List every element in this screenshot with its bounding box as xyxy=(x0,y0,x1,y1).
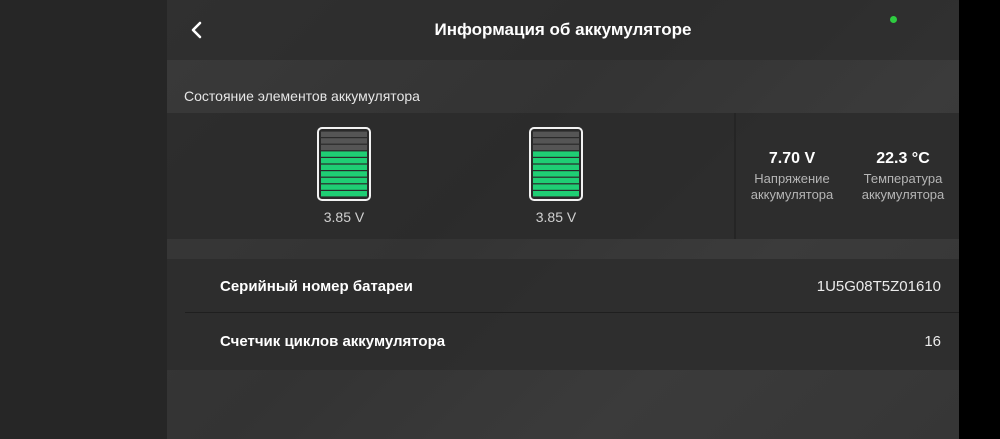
battery-cell-icon xyxy=(529,127,583,201)
cell-segment-empty xyxy=(321,138,367,144)
voltage-stat: 7.70 V Напряжение аккумулятора xyxy=(741,149,843,203)
header-bar: Информация об аккумуляторе xyxy=(167,0,959,60)
battery-info-panel: Информация об аккумуляторе Состояние эле… xyxy=(167,0,959,439)
left-margin xyxy=(0,0,167,439)
cell-segment-filled xyxy=(533,171,579,177)
cell-segment-filled xyxy=(321,171,367,177)
cell-voltage: 3.85 V xyxy=(535,209,577,225)
temperature-stat: 22.3 °C Температура аккумулятора xyxy=(851,149,955,203)
status-dot xyxy=(890,16,897,23)
serial-number-label: Серийный номер батареи xyxy=(220,278,413,295)
voltage-label: Напряжение аккумулятора xyxy=(750,171,834,202)
cell-segment-empty xyxy=(321,144,367,151)
cycle-count-value: 16 xyxy=(924,333,941,350)
cell-segment-filled xyxy=(321,164,367,170)
page-title: Информация об аккумуляторе xyxy=(434,20,692,39)
battery-details: Серийный номер батареи 1U5G08T5Z01610 Сч… xyxy=(167,259,959,370)
cell-segment-filled xyxy=(321,158,367,164)
cell-segment-filled xyxy=(321,184,367,190)
temperature-label: Температура аккумулятора xyxy=(861,171,945,202)
temperature-value: 22.3 °C xyxy=(876,150,930,167)
cell-segment-filled xyxy=(321,177,367,184)
serial-number-row: Серийный номер батареи 1U5G08T5Z01610 xyxy=(185,259,959,314)
cell-segment-filled xyxy=(321,191,367,197)
cell-segment-empty xyxy=(533,131,579,137)
cell-segment-empty xyxy=(321,131,367,137)
voltage-value: 7.70 V xyxy=(768,150,816,167)
cells-area: 3.85 V 3.85 V 7.70 V Напряжение аккумуля… xyxy=(167,113,959,239)
cell-segment-filled xyxy=(533,164,579,170)
cycle-count-row: Счетчик циклов аккумулятора 16 xyxy=(185,314,959,369)
cell-segment-filled xyxy=(321,151,367,157)
cell-segment-filled xyxy=(533,151,579,157)
cycle-count-label: Счетчик циклов аккумулятора xyxy=(220,333,446,350)
cell-segment-filled xyxy=(533,177,579,184)
cell-voltage: 3.85 V xyxy=(323,209,365,225)
cell-segment-filled xyxy=(533,184,579,190)
cell-segment-empty xyxy=(533,138,579,144)
row-divider xyxy=(185,312,959,313)
serial-number-value: 1U5G08T5Z01610 xyxy=(816,278,941,295)
battery-cell-icon xyxy=(317,127,371,201)
right-margin xyxy=(959,0,1000,439)
vertical-divider xyxy=(734,113,736,239)
battery-cell-1: 3.85 V xyxy=(317,127,371,225)
cells-section-label: Состояние элементов аккумулятора xyxy=(184,88,420,104)
cell-segment-filled xyxy=(533,191,579,197)
cell-segment-filled xyxy=(533,158,579,164)
battery-cell-2: 3.85 V xyxy=(529,127,583,225)
screen: Информация об аккумуляторе Состояние эле… xyxy=(0,0,1000,439)
cell-segment-empty xyxy=(533,144,579,151)
